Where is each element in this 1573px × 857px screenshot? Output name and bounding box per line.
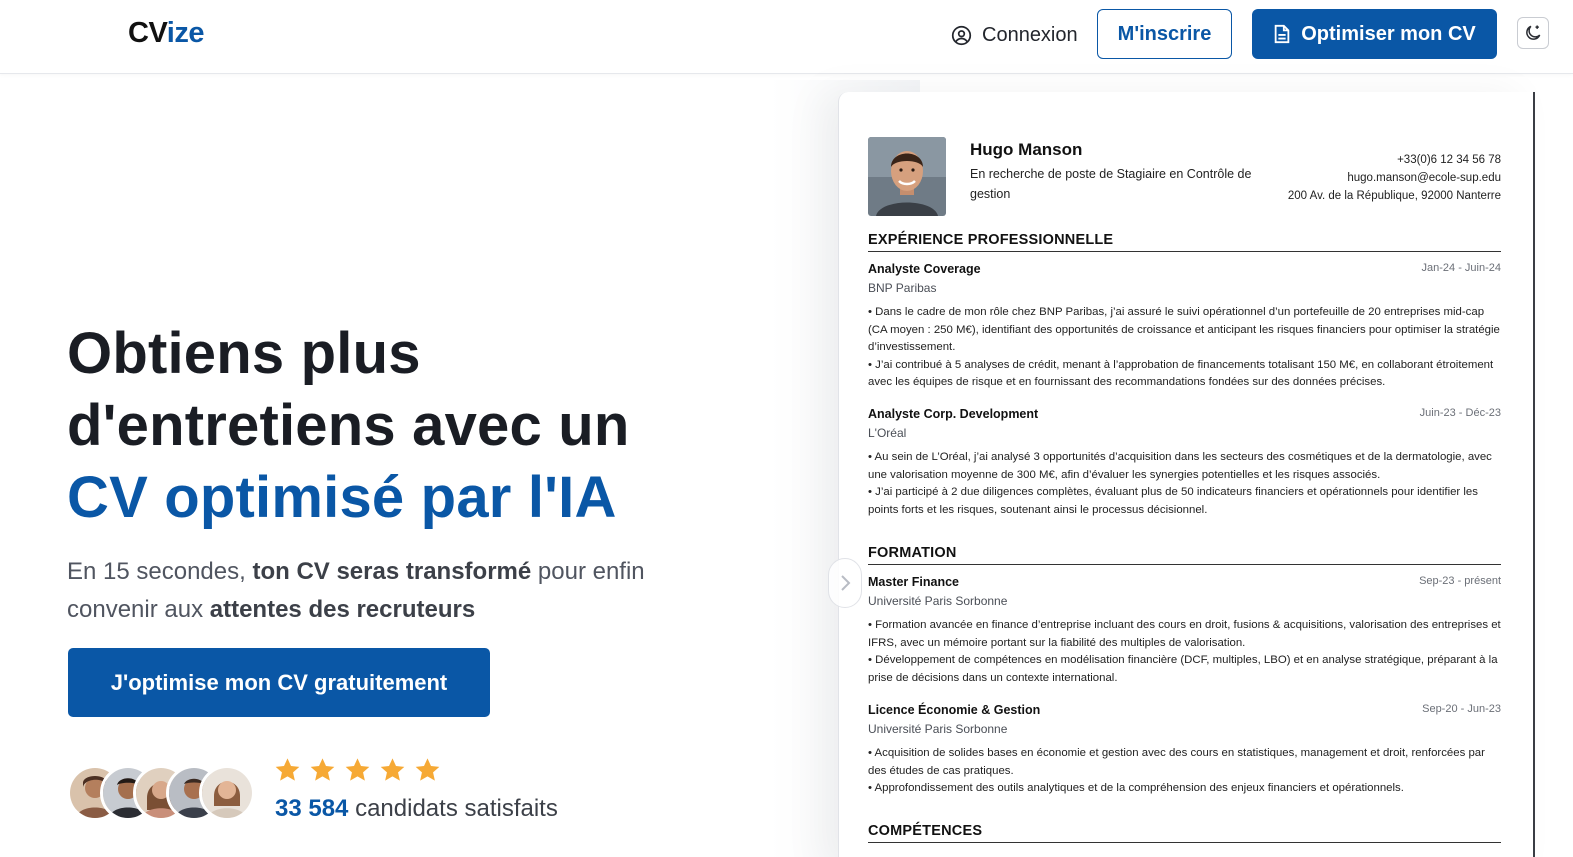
hero-title-line-2: d'entretiens avec un (67, 393, 630, 458)
cv-name: Hugo Manson (970, 140, 1083, 159)
compare-slider-handle[interactable] (828, 558, 862, 608)
document-icon (1274, 24, 1290, 44)
cv-entry-description: • Acquisition de solides bases en économ… (868, 745, 1504, 798)
cv-entry-title: Analyste Corp. Development (868, 407, 1039, 421)
cta-label: J'optimise mon CV gratuitement (110, 669, 448, 695)
star-icon (310, 758, 335, 781)
cv-section-skills: COMPÉTENCES (868, 823, 1501, 843)
hero-title-line-1: Obtiens plus (67, 321, 421, 386)
cv-contact: +33(0)6 12 34 56 78 hugo.manson@ecole-su… (1288, 151, 1501, 205)
avatar (199, 765, 255, 821)
login-label: Connexion (982, 23, 1078, 46)
cv-entry-title: Analyste Coverage (868, 262, 981, 276)
cv-entry-description: • Au sein de L’Oréal, j’ai analysé 3 opp… (868, 449, 1504, 519)
cv-bullet: • J’ai contribué à 5 analyses de crédit,… (868, 358, 1494, 389)
cv-role: En recherche de poste de Stagiaire en Co… (970, 167, 1252, 201)
signup-button[interactable]: M'inscrire (1097, 9, 1232, 59)
optimize-free-cta-button[interactable]: J'optimise mon CV gratuitement (68, 648, 490, 717)
cv-entry-dates: Juin-23 - Déc-23 (1419, 407, 1501, 419)
cv-entry-title: Master Finance (868, 575, 960, 589)
optimize-cv-label: Optimiser mon CV (1301, 22, 1476, 45)
chevron-right-icon (841, 575, 851, 591)
cv-bullet: • Développement de compétences en modéli… (868, 654, 1498, 684)
cv-address: 200 Av. de la République, 92000 Nanterre (1287, 190, 1501, 202)
customer-avatars (67, 765, 257, 821)
star-icon (345, 758, 370, 781)
login-link[interactable]: Connexion (951, 20, 1078, 50)
satisfied-label: candidats satisfaits (348, 795, 558, 822)
cv-entry-description: • Formation avancée en finance d’entrepr… (868, 617, 1504, 687)
cv-profile-photo (868, 137, 946, 216)
optimize-cv-button[interactable]: Optimiser mon CV (1252, 9, 1497, 59)
cv-entry-dates: Sep-20 - Jun-23 (1422, 703, 1501, 715)
satisfied-count: 33 584 candidats satisfaits (275, 795, 558, 823)
logo-main: CV (128, 17, 167, 49)
hero-sub-part-1: En 15 secondes, (67, 558, 253, 585)
cv-entry-org: L'Oréal (868, 426, 907, 440)
user-circle-icon (951, 25, 972, 45)
hero-sub-bold-1: ton CV seras transformé (252, 558, 532, 585)
star-icon (380, 758, 405, 781)
cv-phone: +33(0)6 12 34 56 78 (1397, 154, 1501, 166)
cv-bullet: • Au sein de L’Oréal, j’ai analysé 3 opp… (868, 451, 1492, 481)
cv-entry-org: BNP Paribas (868, 281, 937, 295)
top-navbar: CVize Connexion M'inscrire Optimiser mon… (0, 0, 1573, 74)
cv-entry-title: Licence Économie & Gestion (868, 703, 1041, 717)
cv-bullet: • Dans le cadre de mon rôle chez BNP Par… (868, 306, 1500, 354)
hero-sub-bold-2: attentes des recruteurs (209, 596, 476, 623)
cv-entry-dates: Jan-24 - Juin-24 (1421, 262, 1502, 274)
cvize-logo[interactable]: CVize (128, 17, 204, 50)
cv-section-formation: FORMATION (868, 545, 1501, 565)
cv-bullet: • Formation avancée en finance d’entrepr… (868, 619, 1501, 649)
logo-accent: ize (166, 17, 205, 49)
cv-bullet: • J’ai participé à 2 due diligences comp… (868, 486, 1478, 516)
cv-entry-dates: Sep-23 - présent (1419, 575, 1501, 587)
cv-bullet: • Approfondissement des outils analytiqu… (868, 782, 1404, 795)
theme-toggle-button[interactable] (1517, 17, 1549, 49)
hero-title: Obtiens plus d'entretiens avec un CV opt… (67, 318, 767, 534)
star-icon (415, 758, 440, 781)
cv-bullet: • Acquisition de solides bases en économ… (868, 747, 1485, 777)
cv-entry-org: Université Paris Sorbonne (868, 594, 1008, 608)
hero-title-line-3: CV optimisé par l'IA (67, 465, 617, 530)
cv-entry-description: • Dans le cadre de mon rôle chez BNP Par… (868, 304, 1504, 392)
satisfied-number: 33 584 (275, 795, 349, 822)
hero-subtitle: En 15 secondes, ton CV seras transformé … (67, 553, 707, 629)
cv-entry-org: Université Paris Sorbonne (868, 722, 1008, 736)
cv-email: hugo.manson@ecole-sup.edu (1347, 172, 1501, 184)
signup-label: M'inscrire (1117, 22, 1212, 45)
rating-stars (273, 756, 442, 785)
cv-section-experience: EXPÉRIENCE PROFESSIONNELLE (868, 232, 1501, 252)
moon-sparkle-icon (1526, 25, 1541, 40)
star-icon (275, 758, 300, 781)
